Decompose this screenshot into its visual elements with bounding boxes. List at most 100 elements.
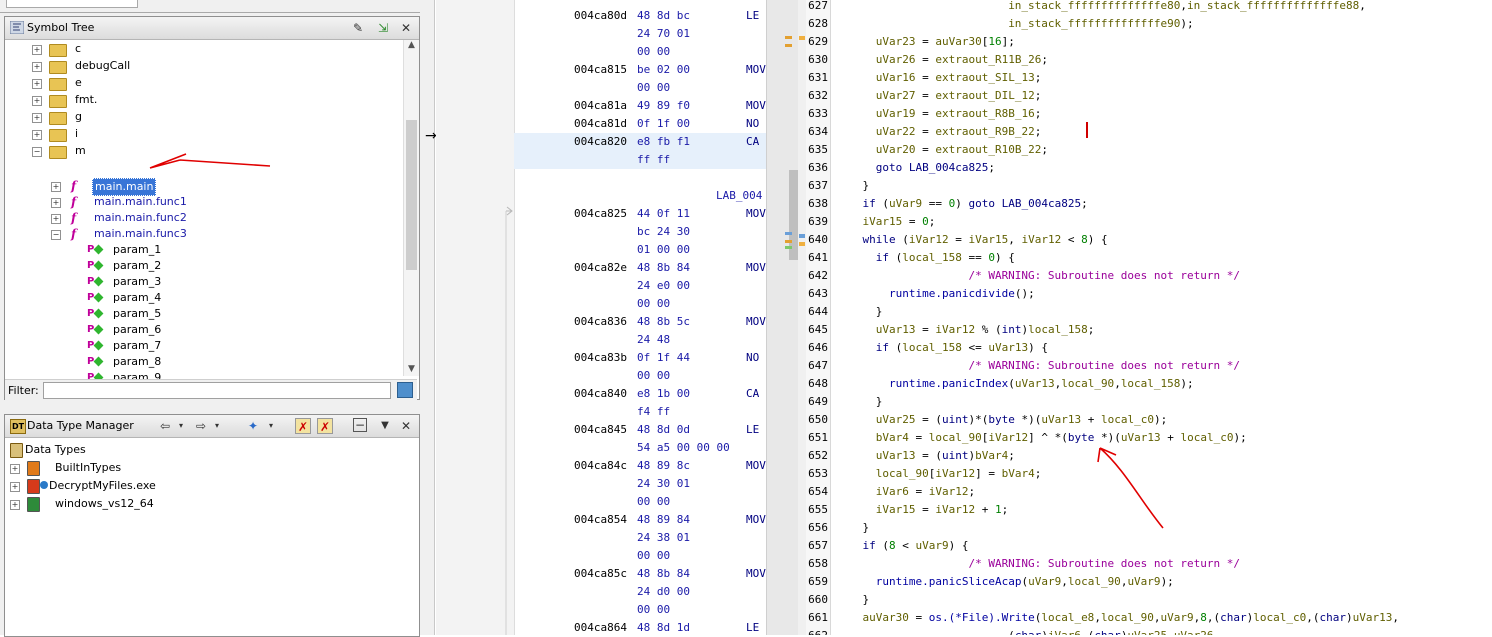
listing-row[interactable]: 004ca840 e8 1b 00 CA: [436, 385, 766, 403]
symbol-tree-function[interactable]: + f main.main: [5, 178, 401, 196]
symbol-tree-parameter[interactable]: Pparam_1: [5, 242, 401, 258]
symbol-tree-parameter[interactable]: Pparam_7: [5, 338, 401, 354]
filter-pointers-icon[interactable]: ✗: [295, 418, 311, 434]
panel-divider[interactable]: [420, 0, 435, 635]
decompiler-line[interactable]: 654 iVar6 = iVar12;: [798, 483, 1492, 501]
decompiler-line[interactable]: 650 uVar25 = (uint)*(byte *)(uVar13 + lo…: [798, 411, 1492, 429]
expand-toggle-icon[interactable]: +: [51, 214, 61, 224]
symbol-tree-folder[interactable]: − m: [5, 143, 401, 159]
expand-toggle-icon[interactable]: +: [32, 96, 42, 106]
decompiler-line[interactable]: 641 if (local_158 == 0) {: [798, 249, 1492, 267]
symbol-tree-folder[interactable]: + c: [5, 41, 401, 57]
decompiler-line[interactable]: 636 goto LAB_004ca825;: [798, 159, 1492, 177]
decompiler-line[interactable]: 640 while (iVar12 = iVar15, iVar12 < 8) …: [798, 231, 1492, 249]
listing-row[interactable]: 004ca83b 0f 1f 44 NO: [436, 349, 766, 367]
listing-row[interactable]: 004ca864 48 8d 1d LE: [436, 619, 766, 635]
decompiler-line[interactable]: 634 uVar22 = extraout_R9B_22;: [798, 123, 1492, 141]
navigate-icon[interactable]: ⇲: [375, 20, 391, 36]
symbol-tree-parameter[interactable]: Pparam_5: [5, 306, 401, 322]
decompiler-line[interactable]: 633 uVar19 = extraout_R8B_16;: [798, 105, 1492, 123]
decompiler-line[interactable]: 657 if (8 < uVar9) {: [798, 537, 1492, 555]
decompiler-line[interactable]: 627 in_stack_ffffffffffffffe80,in_stack_…: [798, 0, 1492, 15]
symbol-tree-parameter[interactable]: Pparam_8: [5, 354, 401, 370]
expand-toggle-icon[interactable]: +: [51, 198, 61, 208]
decompiler-line[interactable]: 662 (char)iVar6,(char)uVar25,uVar26,: [798, 627, 1492, 635]
decompiler-line[interactable]: 656 }: [798, 519, 1492, 537]
listing-row[interactable]: 004ca81d 0f 1f 00 NO: [436, 115, 766, 133]
listing-row[interactable]: 24 30 01: [436, 475, 766, 493]
decompiler-line[interactable]: 642 /* WARNING: Subroutine does not retu…: [798, 267, 1492, 285]
expand-toggle-icon[interactable]: +: [32, 113, 42, 123]
listing-row[interactable]: 004ca825 44 0f 11 MOV: [436, 205, 766, 223]
decompiler-line[interactable]: 638 if (uVar9 == 0) goto LAB_004ca825;: [798, 195, 1492, 213]
expand-toggle-icon[interactable]: +: [32, 62, 42, 72]
listing-row[interactable]: 004ca84c 48 89 8c MOV: [436, 457, 766, 475]
symbol-tree-folder[interactable]: + i: [5, 126, 401, 142]
listing-row[interactable]: f4 ff: [436, 403, 766, 421]
menu-chevron-icon[interactable]: ▼: [377, 418, 393, 434]
symbol-tree-parameter[interactable]: Pparam_6: [5, 322, 401, 338]
expand-toggle-icon[interactable]: +: [32, 45, 42, 55]
listing-row[interactable]: ff ff: [436, 151, 766, 169]
decompiler-line[interactable]: 648 runtime.panicIndex(uVar13,local_90,l…: [798, 375, 1492, 393]
filter-arrays-icon[interactable]: ✗: [317, 418, 333, 434]
listing-row[interactable]: LAB_004: [436, 187, 766, 205]
forward-arrow-icon[interactable]: ⇨: [193, 418, 209, 434]
code-label[interactable]: LAB_004: [716, 187, 762, 205]
listing-row[interactable]: 00 00: [436, 43, 766, 61]
decompiler-line[interactable]: 649 }: [798, 393, 1492, 411]
decompiler-line[interactable]: 639 iVar15 = 0;: [798, 213, 1492, 231]
decompiler-line[interactable]: 652 uVar13 = (uint)bVar4;: [798, 447, 1492, 465]
listing-row[interactable]: 24 70 01: [436, 25, 766, 43]
decompiler-line[interactable]: 660 }: [798, 591, 1492, 609]
close-icon[interactable]: ✕: [398, 20, 414, 36]
listing-row[interactable]: 00 00: [436, 601, 766, 619]
listing-row[interactable]: 004ca81a 49 89 f0 MOV: [436, 97, 766, 115]
listing-row[interactable]: 24 38 01: [436, 529, 766, 547]
symbol-tree-parameter[interactable]: Pparam_4: [5, 290, 401, 306]
decompiler-line[interactable]: 635 uVar20 = extraout_R10B_22;: [798, 141, 1492, 159]
decompiler-line[interactable]: 632 uVar27 = extraout_DIL_12;: [798, 87, 1492, 105]
listing-row[interactable]: 004ca836 48 8b 5c MOV: [436, 313, 766, 331]
listing-row[interactable]: 004ca80d 48 8d bc LE: [436, 7, 766, 25]
decompiler-line[interactable]: 647 /* WARNING: Subroutine does not retu…: [798, 357, 1492, 375]
expand-toggle-icon[interactable]: +: [10, 482, 20, 492]
listing-row[interactable]: [436, 169, 766, 187]
symbol-tree-function[interactable]: + f main.main.func1: [5, 194, 401, 210]
expand-toggle-icon[interactable]: +: [32, 130, 42, 140]
decompiler-line[interactable]: 630 uVar26 = extraout_R11B_26;: [798, 51, 1492, 69]
decompiler-line[interactable]: 651 bVar4 = local_90[iVar12] ^ *(byte *)…: [798, 429, 1492, 447]
listing-row[interactable]: bc 24 30: [436, 223, 766, 241]
listing-row[interactable]: 01 00 00: [436, 241, 766, 259]
collapse-toggle-icon[interactable]: −: [51, 230, 61, 240]
scroll-up-icon[interactable]: ▲: [404, 40, 419, 52]
decompiler-line[interactable]: 661 auVar30 = os.(*File).Write(local_e8,…: [798, 609, 1492, 627]
listing-row[interactable]: 004ca854 48 89 84 MOV: [436, 511, 766, 529]
listing-row[interactable]: 24 e0 00: [436, 277, 766, 295]
create-namespace-icon[interactable]: ✎: [350, 20, 366, 36]
symbol-tree-folder[interactable]: + e: [5, 75, 401, 91]
expand-toggle-icon[interactable]: +: [32, 79, 42, 89]
listing-row[interactable]: 00 00: [436, 493, 766, 511]
filter-input[interactable]: [43, 382, 391, 399]
decompiler-line[interactable]: 644 }: [798, 303, 1492, 321]
symbol-tree-function[interactable]: − f main.main.func3: [5, 226, 401, 242]
decompiler-line[interactable]: 655 iVar15 = iVar12 + 1;: [798, 501, 1492, 519]
symbol-tree-function[interactable]: + f main.main.func2: [5, 210, 401, 226]
listing-scrollbar[interactable]: [766, 0, 798, 635]
chevron-down-icon[interactable]: ▾: [263, 418, 279, 434]
decompiler-line[interactable]: 637 }: [798, 177, 1492, 195]
listing-row[interactable]: 004ca815 be 02 00 MOV: [436, 61, 766, 79]
symbol-tree-parameter[interactable]: Pparam_2: [5, 258, 401, 274]
chevron-down-icon[interactable]: ▾: [173, 418, 189, 434]
symbol-tree-scrollbar[interactable]: ▲ ▼: [403, 40, 419, 376]
decompiler-line[interactable]: 645 uVar13 = iVar12 % (int)local_158;: [798, 321, 1492, 339]
scroll-down-icon[interactable]: ▼: [404, 364, 419, 376]
listing-row[interactable]: 00 00: [436, 367, 766, 385]
listing-row[interactable]: 004ca845 48 8d 0d LE: [436, 421, 766, 439]
expand-toggle-icon[interactable]: +: [51, 182, 61, 192]
symbol-tree-folder[interactable]: + debugCall: [5, 58, 401, 74]
decompiler-line[interactable]: 653 local_90[iVar12] = bVar4;: [798, 465, 1492, 483]
archive-tool-icon[interactable]: ✦: [245, 418, 261, 434]
filter-options-icon[interactable]: [397, 382, 413, 398]
